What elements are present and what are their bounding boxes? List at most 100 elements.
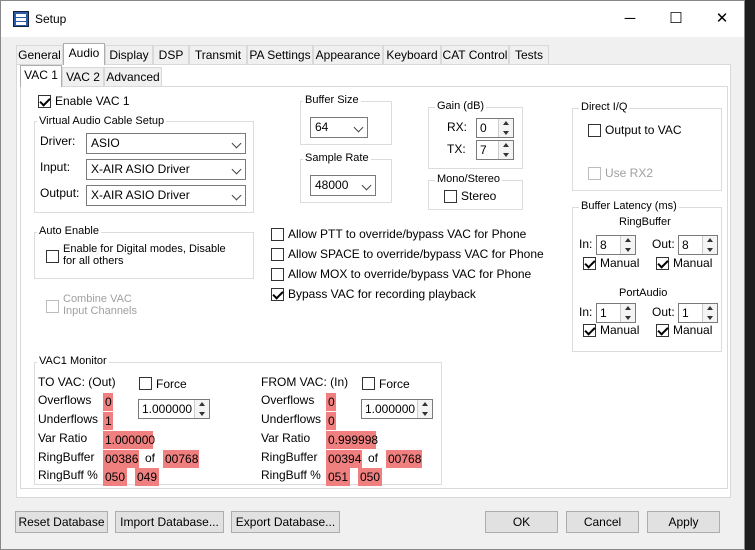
chevron-down-icon xyxy=(231,190,242,201)
buffer-size-select[interactable]: 64 xyxy=(310,117,368,138)
mono-stereo-title: Mono/Stereo xyxy=(435,173,502,185)
spinner-arrows-icon[interactable] xyxy=(498,141,513,159)
tab-appearance[interactable]: Appearance xyxy=(313,45,383,65)
pa-in-manual-checkbox[interactable] xyxy=(583,324,596,337)
allow-ptt-checkbox[interactable] xyxy=(271,228,284,241)
export-database-button[interactable]: Export Database... xyxy=(231,511,340,533)
tx-gain-spinner[interactable]: 7 xyxy=(476,140,514,160)
from-var-ratio-value: 0.999998 xyxy=(326,431,379,449)
rb-out-spinner[interactable]: 8 xyxy=(678,235,718,255)
output-value: X-AIR ASIO Driver xyxy=(91,188,190,202)
spinner-arrows-icon[interactable] xyxy=(702,304,717,322)
allow-space-label: Allow SPACE to override/bypass VAC for P… xyxy=(288,247,544,261)
ringbuffer-heading: RingBuffer xyxy=(619,216,671,228)
allow-space-checkbox[interactable] xyxy=(271,248,284,261)
rb-out-value: 8 xyxy=(682,238,689,252)
to-vac-ratio-value: 1.000000 xyxy=(142,402,193,416)
subtab-vac1[interactable]: VAC 1 xyxy=(20,65,62,87)
tab-transmit[interactable]: Transmit xyxy=(189,45,247,65)
to-vac-title: TO VAC: (Out) xyxy=(38,375,116,389)
sample-rate-select[interactable]: 48000 xyxy=(310,175,376,196)
spinner-arrows-icon[interactable] xyxy=(498,119,513,137)
bypass-recording-checkbox[interactable] xyxy=(271,288,284,301)
maximize-icon[interactable]: ☐ xyxy=(653,1,699,37)
minimize-icon[interactable]: ─ xyxy=(607,1,653,37)
chevron-down-icon xyxy=(361,180,372,191)
to-underflows-label: Underflows xyxy=(38,412,99,426)
pa-in-value: 1 xyxy=(600,306,607,320)
import-database-button[interactable]: Import Database... xyxy=(115,511,224,533)
to-var-ratio-value: 1.000000 xyxy=(103,431,156,449)
buffer-size-title: Buffer Size xyxy=(303,94,361,106)
pa-in-label: In: xyxy=(579,305,593,319)
cancel-button[interactable]: Cancel xyxy=(566,511,639,533)
allow-mox-checkbox[interactable] xyxy=(271,268,284,281)
allow-ptt-label: Allow PTT to override/bypass VAC for Pho… xyxy=(288,227,527,241)
pa-out-value: 1 xyxy=(682,306,689,320)
buffer-latency-title: Buffer Latency (ms) xyxy=(579,200,679,212)
from-vac-ratio-value: 1.000000 xyxy=(365,402,416,416)
reset-database-button[interactable]: Reset Database xyxy=(15,511,108,533)
apply-button[interactable]: Apply xyxy=(647,511,720,533)
rb-out-manual-checkbox[interactable] xyxy=(656,257,669,270)
to-of-label: of xyxy=(145,451,156,465)
input-value: X-AIR ASIO Driver xyxy=(91,162,190,176)
sample-rate-title: Sample Rate xyxy=(303,152,371,164)
tab-general[interactable]: General xyxy=(16,45,63,65)
title-bar: Setup ─ ☐ ✕ xyxy=(1,1,744,37)
from-underflows-label: Underflows xyxy=(261,412,322,426)
rb-in-value: 8 xyxy=(600,238,607,252)
spinner-arrows-icon[interactable] xyxy=(702,236,717,254)
rx-gain-spinner[interactable]: 0 xyxy=(476,118,514,138)
from-of-label: of xyxy=(368,451,379,465)
tab-tests[interactable]: Tests xyxy=(509,45,549,65)
from-overflows-value: 0 xyxy=(326,393,336,411)
tab-cat-control[interactable]: CAT Control xyxy=(441,45,509,65)
auto-enable-checkbox[interactable] xyxy=(46,250,59,263)
tab-pa-settings[interactable]: PA Settings xyxy=(247,45,313,65)
from-vac-ratio-spinner[interactable]: 1.000000 xyxy=(361,399,433,419)
subtab-advanced[interactable]: Advanced xyxy=(104,67,162,87)
to-ringbuffer-size: 00768 xyxy=(163,450,199,468)
tx-gain-label: TX: xyxy=(447,142,466,156)
rb-out-label: Out: xyxy=(652,237,675,251)
driver-select[interactable]: ASIO xyxy=(86,133,246,154)
chevron-down-icon xyxy=(231,164,242,175)
enable-vac1-label: Enable VAC 1 xyxy=(55,94,130,108)
combine-vac-checkbox[interactable] xyxy=(46,300,59,313)
combine-vac-label-line2: Input Channels xyxy=(63,305,137,317)
to-vac-ratio-spinner[interactable]: 1.000000 xyxy=(138,399,210,419)
rb-in-spinner[interactable]: 8 xyxy=(596,235,636,255)
from-ringbuff-pct-b: 050 xyxy=(358,468,382,486)
output-to-vac-checkbox[interactable] xyxy=(588,124,601,137)
tab-keyboard[interactable]: Keyboard xyxy=(383,45,441,65)
spinner-arrows-icon[interactable] xyxy=(620,236,635,254)
ok-button[interactable]: OK xyxy=(485,511,558,533)
subtab-vac2[interactable]: VAC 2 xyxy=(62,67,104,87)
pa-out-manual-checkbox[interactable] xyxy=(656,324,669,337)
app-icon xyxy=(13,11,29,27)
output-select[interactable]: X-AIR ASIO Driver xyxy=(86,185,246,206)
tab-dsp[interactable]: DSP xyxy=(153,45,189,65)
spinner-arrows-icon[interactable] xyxy=(194,400,209,418)
auto-enable-title: Auto Enable xyxy=(37,225,101,237)
close-icon[interactable]: ✕ xyxy=(699,1,745,37)
enable-vac1-checkbox[interactable] xyxy=(38,95,51,108)
vac1-monitor-title: VAC1 Monitor xyxy=(37,355,109,367)
pa-out-spinner[interactable]: 1 xyxy=(678,303,718,323)
to-vac-force-checkbox[interactable] xyxy=(139,377,152,390)
buffer-size-value: 64 xyxy=(315,120,329,134)
output-to-vac-label: Output to VAC xyxy=(605,123,682,137)
spinner-arrows-icon[interactable] xyxy=(417,400,432,418)
from-vac-force-checkbox[interactable] xyxy=(362,377,375,390)
tab-display[interactable]: Display xyxy=(105,45,153,65)
spinner-arrows-icon[interactable] xyxy=(620,304,635,322)
to-underflows-value: 1 xyxy=(103,412,113,430)
input-select[interactable]: X-AIR ASIO Driver xyxy=(86,159,246,180)
rb-in-manual-checkbox[interactable] xyxy=(583,257,596,270)
tab-audio[interactable]: Audio xyxy=(63,43,105,65)
pa-in-spinner[interactable]: 1 xyxy=(596,303,636,323)
use-rx2-checkbox[interactable] xyxy=(588,167,601,180)
stereo-checkbox[interactable] xyxy=(444,190,457,203)
combine-vac-label-line1: Combine VAC xyxy=(63,293,132,305)
